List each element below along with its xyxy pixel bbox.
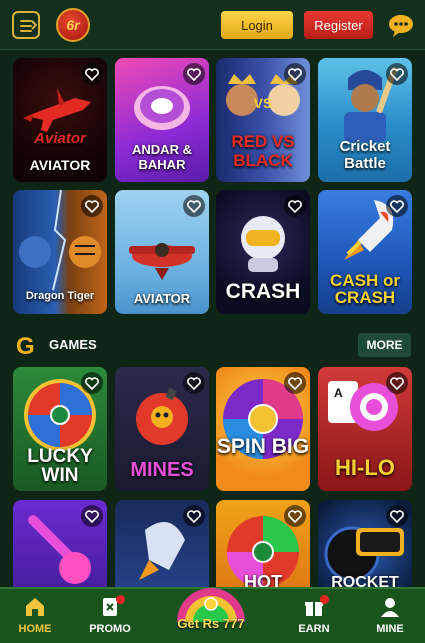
- game-tile-andar-bahar[interactable]: ANDAR & BAHAR: [115, 58, 209, 182]
- nav-mine-label: MINE: [376, 623, 404, 635]
- brand-logo-text: 6r: [66, 17, 80, 33]
- game-tile-mines[interactable]: MINES: [115, 367, 209, 491]
- section-title: GAMES: [49, 337, 97, 352]
- more-button[interactable]: MORE: [358, 333, 411, 357]
- nav-promo-label: PROMO: [89, 623, 131, 635]
- svg-text:VS: VS: [254, 95, 273, 111]
- game-title: RED VS BLACK: [231, 132, 295, 170]
- favorite-heart-icon[interactable]: [284, 63, 306, 85]
- game-title: SPIN BIG: [216, 435, 310, 458]
- game-title: HI-LO: [335, 455, 395, 480]
- game-title: ANDAR & BAHAR: [132, 142, 192, 172]
- favorite-heart-icon[interactable]: [386, 372, 408, 394]
- g-logo-icon: G: [16, 333, 35, 360]
- game-title: CRASH: [225, 280, 301, 303]
- register-button[interactable]: Register: [304, 11, 373, 39]
- game-title: LUCKY WIN: [27, 446, 93, 486]
- nav-earn-label: EARN: [298, 623, 330, 635]
- nav-home-label: HOME: [18, 623, 52, 635]
- game-tile-dragon-tiger[interactable]: Dragon Tiger: [13, 190, 107, 314]
- nav-earn[interactable]: EARN: [279, 589, 349, 643]
- game-title: Cricket Battle: [339, 138, 391, 172]
- favorite-heart-icon[interactable]: [81, 63, 103, 85]
- game-tile-hi-lo[interactable]: A HI-LO: [318, 367, 412, 491]
- login-button[interactable]: Login: [221, 11, 293, 39]
- favorite-heart-icon[interactable]: [386, 505, 408, 527]
- promo-notification-dot: [116, 595, 125, 604]
- svg-text:A: A: [334, 386, 343, 400]
- game-title: CASH or CRASH: [330, 271, 400, 307]
- game-tile-aviator-2[interactable]: AVIATOR: [115, 190, 209, 314]
- favorite-heart-icon[interactable]: [284, 505, 306, 527]
- favorite-heart-icon[interactable]: [386, 195, 408, 217]
- game-tile-aviator[interactable]: Aviator AVIATOR: [13, 58, 107, 182]
- game-tile-cricket-battle[interactable]: Cricket Battle: [318, 58, 412, 182]
- favorite-heart-icon[interactable]: [183, 372, 205, 394]
- nav-mine[interactable]: MINE: [355, 589, 425, 643]
- favorite-heart-icon[interactable]: [386, 63, 408, 85]
- game-tile-crash[interactable]: CRASH: [216, 190, 310, 314]
- user-icon: [381, 598, 399, 617]
- favorite-heart-icon[interactable]: [81, 372, 103, 394]
- game-title: MINES: [130, 459, 194, 481]
- favorite-heart-icon[interactable]: [183, 195, 205, 217]
- game-tile-cash-or-crash[interactable]: CASH or CRASH: [318, 190, 412, 314]
- game-title: AVIATOR: [133, 291, 191, 306]
- get-bonus-label: Get Rs 777: [177, 616, 245, 631]
- game-title: AVIATOR: [29, 157, 91, 173]
- brand-logo[interactable]: 6r: [56, 8, 90, 42]
- game-tile-spin-big[interactable]: SPIN BIG: [216, 367, 310, 491]
- chat-support-icon[interactable]: [387, 11, 415, 39]
- favorite-heart-icon[interactable]: [81, 505, 103, 527]
- favorite-heart-icon[interactable]: [183, 505, 205, 527]
- favorite-heart-icon[interactable]: [183, 63, 205, 85]
- home-icon: [26, 598, 44, 616]
- favorite-heart-icon[interactable]: [284, 372, 306, 394]
- favorite-heart-icon[interactable]: [284, 195, 306, 217]
- game-tile-lucky-win[interactable]: LUCKY WIN: [13, 367, 107, 491]
- game-tile-red-vs-black[interactable]: VS RED VS BLACK: [216, 58, 310, 182]
- nav-promo[interactable]: PROMO: [75, 589, 145, 643]
- menu-icon[interactable]: [12, 11, 40, 39]
- favorite-heart-icon[interactable]: [81, 195, 103, 217]
- earn-notification-dot: [320, 595, 329, 604]
- nav-home[interactable]: HOME: [0, 589, 70, 643]
- game-title: Dragon Tiger: [25, 290, 95, 302]
- get-bonus-button[interactable]: Get Rs 777: [163, 582, 259, 640]
- games-section-header: G GAMES MORE: [0, 330, 425, 360]
- top-header: 6r Login Register: [0, 0, 425, 50]
